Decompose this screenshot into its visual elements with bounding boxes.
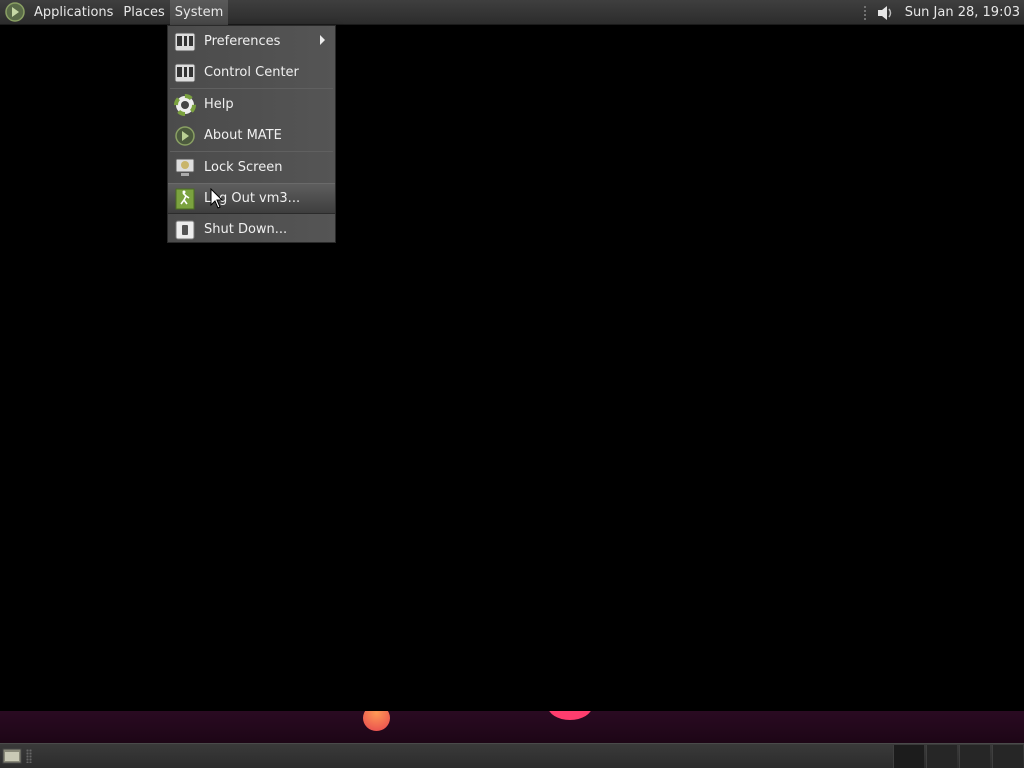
- menu-item-label: About MATE: [204, 128, 282, 143]
- control-center-icon: [174, 63, 196, 82]
- places-menu[interactable]: Places: [118, 0, 169, 25]
- menu-item-label: Help: [204, 97, 234, 112]
- menu-item-preferences[interactable]: Preferences: [168, 26, 335, 57]
- wallpaper-shape: [548, 711, 592, 720]
- show-desktop-icon[interactable]: [2, 748, 22, 764]
- wallpaper-shape: [363, 711, 390, 731]
- help-lifebuoy-icon: [174, 93, 196, 116]
- top-panel: Applications Places System Sun Jan 28, 1…: [0, 0, 1024, 25]
- workspace-2[interactable]: [926, 745, 957, 768]
- workspace-3[interactable]: [959, 745, 990, 768]
- workspace-4[interactable]: [992, 745, 1023, 768]
- system-menu[interactable]: System: [169, 0, 229, 25]
- menu-item-label: Control Center: [204, 65, 299, 80]
- desktop-wallpaper: [0, 711, 1024, 743]
- panel-drag-handle[interactable]: [862, 4, 867, 21]
- menu-item-about-mate[interactable]: About MATE: [168, 120, 335, 151]
- menu-item-label: Preferences: [204, 34, 281, 49]
- menu-item-lock-screen[interactable]: Lock Screen: [168, 152, 335, 183]
- mouse-cursor-icon: [210, 188, 224, 209]
- mate-logo-icon: [175, 125, 195, 146]
- mate-logo-icon[interactable]: [4, 1, 26, 23]
- volume-icon[interactable]: [875, 3, 895, 23]
- menu-item-shut-down[interactable]: Shut Down...: [168, 214, 335, 245]
- system-dropdown: Preferences Control Center Help About MA…: [167, 25, 336, 243]
- system-tray: Sun Jan 28, 19:03: [862, 0, 1024, 25]
- shutdown-icon: [175, 220, 195, 239]
- panel-drag-handle[interactable]: [26, 749, 32, 763]
- menu-item-control-center[interactable]: Control Center: [168, 57, 335, 88]
- menu-item-label: Lock Screen: [204, 160, 283, 175]
- menu-item-label: Shut Down...: [204, 222, 288, 237]
- clock[interactable]: Sun Jan 28, 19:03: [905, 5, 1020, 20]
- bottom-panel: [0, 743, 1024, 768]
- lock-screen-icon: [175, 158, 195, 176]
- workspace-1[interactable]: [893, 745, 924, 768]
- menu-item-log-out[interactable]: Log Out vm3...: [168, 183, 335, 214]
- submenu-arrow-icon: [320, 35, 325, 45]
- menu-item-help[interactable]: Help: [168, 89, 335, 120]
- applications-menu[interactable]: Applications: [29, 0, 118, 25]
- preferences-icon: [174, 32, 196, 51]
- logout-icon: [175, 188, 195, 209]
